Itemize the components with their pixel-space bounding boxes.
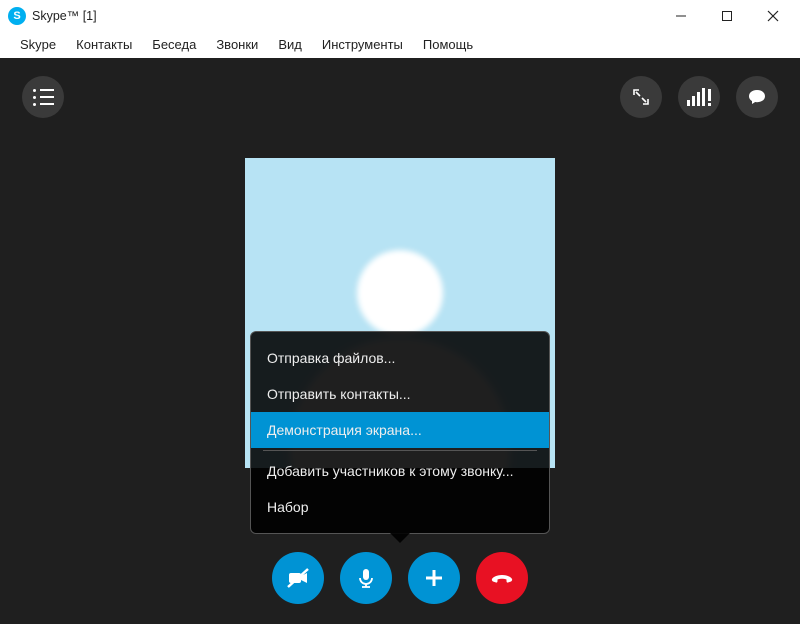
- popup-item-dialpad[interactable]: Набор: [251, 489, 549, 525]
- menu-tools[interactable]: Инструменты: [312, 34, 413, 55]
- call-area: Отправка файлов... Отправить контакты...…: [0, 58, 800, 624]
- hangup-button[interactable]: [476, 552, 528, 604]
- popup-separator: [263, 450, 537, 451]
- menu-chat[interactable]: Беседа: [142, 34, 206, 55]
- fullscreen-button[interactable]: [620, 76, 662, 118]
- menu-contacts[interactable]: Контакты: [66, 34, 142, 55]
- popup-item-send-contacts[interactable]: Отправить контакты...: [251, 376, 549, 412]
- plus-popup-menu: Отправка файлов... Отправить контакты...…: [250, 331, 550, 534]
- top-right-buttons: [620, 76, 778, 118]
- plus-button[interactable]: [408, 552, 460, 604]
- call-controls: [272, 552, 528, 604]
- menu-calls[interactable]: Звонки: [206, 34, 268, 55]
- skype-app-icon: S: [8, 7, 26, 25]
- toggle-mic-button[interactable]: [340, 552, 392, 604]
- menu-bar: Skype Контакты Беседа Звонки Вид Инструм…: [0, 32, 800, 58]
- menu-view[interactable]: Вид: [268, 34, 312, 55]
- toggle-camera-button[interactable]: [272, 552, 324, 604]
- window-title: Skype™ [1]: [32, 9, 97, 23]
- recent-list-button[interactable]: [22, 76, 64, 118]
- window-minimize-button[interactable]: [658, 0, 704, 32]
- call-quality-button[interactable]: [678, 76, 720, 118]
- window-maximize-button[interactable]: [704, 0, 750, 32]
- popup-item-share-screen[interactable]: Демонстрация экрана...: [251, 412, 549, 448]
- popup-item-send-files[interactable]: Отправка файлов...: [251, 340, 549, 376]
- window-close-button[interactable]: [750, 0, 796, 32]
- list-icon: [33, 89, 54, 106]
- menu-skype[interactable]: Skype: [10, 34, 66, 55]
- menu-help[interactable]: Помощь: [413, 34, 483, 55]
- popup-item-add-participants[interactable]: Добавить участников к этому звонку...: [251, 453, 549, 489]
- open-chat-button[interactable]: [736, 76, 778, 118]
- window-titlebar: S Skype™ [1]: [0, 0, 800, 32]
